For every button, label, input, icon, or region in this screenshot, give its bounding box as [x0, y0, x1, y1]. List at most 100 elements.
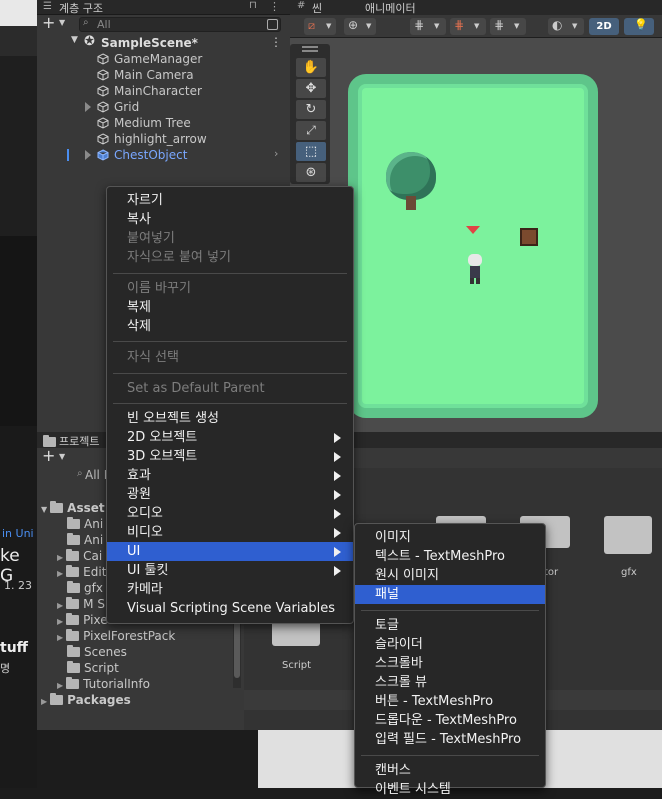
submenu-arrow-icon [334, 490, 341, 500]
tree-item-label: Cai [83, 549, 103, 563]
submenu-item-scrollbar[interactable]: 스크롤바 [355, 654, 545, 673]
hierarchy-item-gamemanager[interactable]: GameManager [37, 51, 290, 67]
more-options-icon[interactable]: ⋮ [269, 0, 280, 13]
folder-icon [66, 565, 80, 577]
submenu-item-scroll-view[interactable]: 스크롤 뷰 [355, 673, 545, 692]
tree-item[interactable]: ▶ Cai [57, 548, 102, 564]
transform-tool-icon[interactable]: ⊛ [296, 163, 326, 182]
menu-item-select-children[interactable]: 자식 선택 [107, 348, 353, 367]
hierarchy-search-input[interactable]: ⌕ All [79, 17, 281, 32]
scene-root-row[interactable]: ▼ ✪ SampleScene* ⋮ [37, 34, 290, 51]
tree-item-label: PixelForestPack [83, 629, 176, 643]
hierarchy-item-main-character[interactable]: MainCharacter [37, 83, 290, 99]
scene-menu-icon[interactable]: ⋮ [270, 35, 282, 49]
hierarchy-tab[interactable]: ☰ 계층 구조 ⊓ ⋮ [37, 0, 290, 15]
expand-arrow-icon[interactable] [85, 102, 91, 112]
menu-separator [113, 403, 347, 404]
menu-item-ui-toolkit[interactable]: UI 툴킷 [107, 561, 353, 580]
add-icon[interactable]: + [42, 446, 55, 465]
animator-tab-label[interactable]: 애니메이터 [365, 0, 416, 16]
submenu-item-event-system[interactable]: 이벤트 시스템 [355, 780, 545, 799]
menu-item-light[interactable]: 광원 [107, 485, 353, 504]
tree-item-assets[interactable]: ▼ Asset [41, 500, 105, 516]
menu-item-rename[interactable]: 이름 바꾸기 [107, 279, 353, 298]
shading-dropdown[interactable]: ◐ ▼ [548, 18, 584, 35]
submenu-item-panel[interactable]: 패널 [355, 585, 545, 604]
tree-item-packages[interactable]: ▶ Packages [41, 692, 131, 708]
chevron-right-icon[interactable]: › [274, 147, 278, 160]
global-dropdown[interactable]: ⊕ ▼ [344, 18, 376, 35]
tree-item-label: Script [84, 661, 119, 675]
tree-item[interactable]: ▶ M S [57, 596, 105, 612]
hierarchy-item-grid[interactable]: Grid [37, 99, 290, 115]
tree-item[interactable]: ▶ Edit [57, 564, 106, 580]
increment-snap-button[interactable]: ⋕ ▼ [490, 18, 526, 35]
tree-item[interactable]: Ani [67, 532, 103, 548]
expand-arrow-icon[interactable]: ▼ [71, 35, 78, 45]
scene-toolbar: ⧄ ▼ ⊕ ▼ ⋕ ▼ ⋕ ▼ ⋕ ▼ ◐ ▼ 2D 💡 [290, 15, 662, 38]
scale-tool-icon[interactable]: ⤢ [296, 121, 326, 140]
menu-item-copy[interactable]: 복사 [107, 210, 353, 229]
rotate-tool-icon[interactable]: ↻ [296, 100, 326, 119]
lock-icon[interactable]: ⊓ [249, 0, 257, 11]
tree-item[interactable]: ▶ TutorialInfo [57, 676, 150, 692]
add-icon[interactable]: + [42, 13, 55, 32]
menu-item-3d-object[interactable]: 3D 오브젝트 [107, 447, 353, 466]
chevron-down-icon[interactable]: ▼ [59, 18, 65, 27]
tree-item[interactable]: ▶ Pixe [57, 612, 108, 628]
menu-item-audio[interactable]: 오디오 [107, 504, 353, 523]
2d-toggle-button[interactable]: 2D [589, 18, 619, 35]
folder-icon [67, 645, 80, 657]
menu-item-2d-object[interactable]: 2D 오브젝트 [107, 428, 353, 447]
tree-item[interactable]: gfx [67, 580, 103, 596]
submenu-item-text-tmp[interactable]: 텍스트 - TextMeshPro [355, 547, 545, 566]
hierarchy-item-highlight-arrow[interactable]: highlight_arrow [37, 131, 290, 147]
menu-item-delete[interactable]: 삭제 [107, 317, 353, 336]
menu-item-ui[interactable]: UI [107, 542, 353, 561]
submenu-arrow-icon [334, 528, 341, 538]
submenu-item-dropdown-tmp[interactable]: 드롭다운 - TextMeshPro [355, 711, 545, 730]
lighting-toggle-button[interactable]: 💡 [624, 18, 654, 35]
tree-item[interactable]: Scenes [67, 644, 127, 660]
menu-separator [113, 273, 347, 274]
submenu-item-image[interactable]: 이미지 [355, 528, 545, 547]
rect-tool-icon[interactable]: ⬚ [296, 142, 326, 161]
move-tool-icon[interactable]: ✥ [296, 79, 326, 98]
menu-item-paste-as-child[interactable]: 자식으로 붙여 넣기 [107, 248, 353, 267]
tree-item[interactable]: Script [67, 660, 119, 676]
menu-item-create-empty[interactable]: 빈 오브젝트 생성 [107, 409, 353, 428]
character-sprite [468, 254, 482, 284]
menu-item-visual-scripting-vars[interactable]: Visual Scripting Scene Variables [107, 599, 353, 618]
menu-item-cut[interactable]: 자르기 [107, 191, 353, 210]
tree-trunk-sprite [406, 196, 416, 210]
menu-item-paste[interactable]: 붙여넣기 [107, 229, 353, 248]
project-tab-label[interactable]: 프로젝트 [59, 433, 99, 449]
folder-thumbnail[interactable] [604, 516, 652, 554]
menu-item-set-default-parent[interactable]: Set as Default Parent [107, 379, 353, 398]
menu-item-duplicate[interactable]: 복제 [107, 298, 353, 317]
snap-grid-button[interactable]: ⋕ ▼ [410, 18, 446, 35]
grid-snapping-button[interactable]: ⋕ ▼ [450, 18, 486, 35]
submenu-item-raw-image[interactable]: 원시 이미지 [355, 566, 545, 585]
hierarchy-item-main-camera[interactable]: Main Camera [37, 67, 290, 83]
submenu-item-toggle[interactable]: 토글 [355, 616, 545, 635]
menu-item-effects[interactable]: 효과 [107, 466, 353, 485]
submenu-arrow-icon [334, 471, 341, 481]
hand-tool-icon[interactable]: ✋ [296, 58, 326, 77]
submenu-item-canvas[interactable]: 캔버스 [355, 761, 545, 780]
draw-mode-dropdown[interactable]: ⧄ ▼ [304, 18, 336, 35]
search-filter-icon[interactable] [267, 19, 278, 30]
tree-item[interactable]: ▶ PixelForestPack [57, 628, 175, 644]
menu-item-video[interactable]: 비디오 [107, 523, 353, 542]
tree-item[interactable]: Ani [67, 516, 103, 532]
scene-tab-label[interactable]: 씬 [312, 0, 322, 16]
expand-arrow-icon[interactable] [85, 150, 91, 160]
hierarchy-item-medium-tree[interactable]: Medium Tree [37, 115, 290, 131]
submenu-item-slider[interactable]: 슬라이더 [355, 635, 545, 654]
hierarchy-item-chest-object[interactable]: ChestObject › [37, 147, 290, 163]
chevron-down-icon[interactable]: ▼ [59, 452, 65, 461]
submenu-item-button-tmp[interactable]: 버튼 - TextMeshPro [355, 692, 545, 711]
folder-icon [66, 597, 80, 609]
submenu-item-input-field-tmp[interactable]: 입력 필드 - TextMeshPro [355, 730, 545, 749]
menu-item-camera[interactable]: 카메라 [107, 580, 353, 599]
